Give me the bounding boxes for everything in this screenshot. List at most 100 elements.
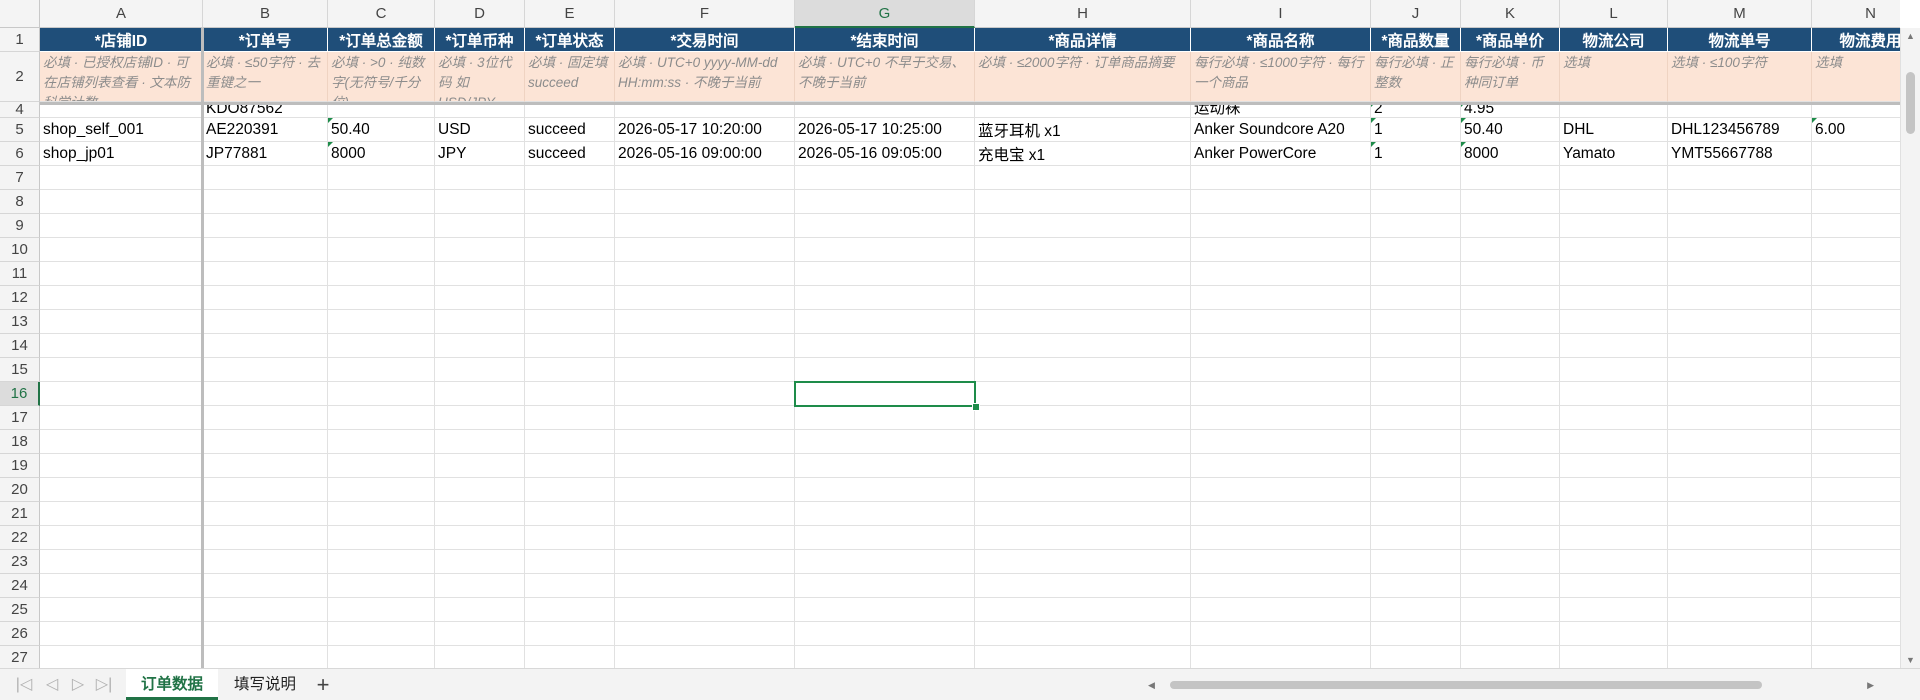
cell-l7[interactable] [1560,166,1668,190]
cell-c9[interactable] [328,214,435,238]
cell-b24[interactable] [203,574,328,598]
column-header-i[interactable]: I [1191,0,1371,28]
cell-l24[interactable] [1560,574,1668,598]
row-header-23[interactable]: 23 [0,550,40,574]
cell-g9[interactable] [795,214,975,238]
cell-m19[interactable] [1668,454,1812,478]
cell-a11[interactable] [40,262,203,286]
cell-c17[interactable] [328,406,435,430]
cell-c23[interactable] [328,550,435,574]
cell-f19[interactable] [615,454,795,478]
freeze-pane-vertical-divider[interactable] [201,28,204,668]
cell-h19[interactable] [975,454,1191,478]
cell-i6[interactable]: Anker PowerCore [1191,142,1371,166]
column-header-d[interactable]: D [435,0,525,28]
cell-e20[interactable] [525,478,615,502]
cell-n13[interactable] [1812,310,1900,334]
cell-n24[interactable] [1812,574,1900,598]
column-header-b[interactable]: B [203,0,328,28]
cell-f18[interactable] [615,430,795,454]
cell-h12[interactable] [975,286,1191,310]
sheet-tab-instructions[interactable]: 填写说明 [222,669,308,700]
cell-d10[interactable] [435,238,525,262]
cell-j5[interactable]: 1 [1371,118,1461,142]
cell-b5[interactable]: AE220391 [203,118,328,142]
column-header-l[interactable]: L [1560,0,1668,28]
cell-l8[interactable] [1560,190,1668,214]
cell-e11[interactable] [525,262,615,286]
hint-cell-m[interactable]: 选填 · ≤100字符 [1668,52,1812,102]
cell-h23[interactable] [975,550,1191,574]
cell-k19[interactable] [1461,454,1560,478]
cell-j15[interactable] [1371,358,1461,382]
cell-h21[interactable] [975,502,1191,526]
cell-d15[interactable] [435,358,525,382]
cell-i7[interactable] [1191,166,1371,190]
cell-a10[interactable] [40,238,203,262]
cell-j19[interactable] [1371,454,1461,478]
cell-g5[interactable]: 2026-05-17 10:25:00 [795,118,975,142]
cell-l22[interactable] [1560,526,1668,550]
cell-k25[interactable] [1461,598,1560,622]
select-all-corner[interactable] [0,0,40,28]
cell-m13[interactable] [1668,310,1812,334]
cell-h17[interactable] [975,406,1191,430]
cell-l10[interactable] [1560,238,1668,262]
cell-c11[interactable] [328,262,435,286]
cell-i15[interactable] [1191,358,1371,382]
cell-c14[interactable] [328,334,435,358]
cell-d7[interactable] [435,166,525,190]
cell-j26[interactable] [1371,622,1461,646]
cell-g25[interactable] [795,598,975,622]
vertical-scrollbar[interactable]: ▲ ▼ [1900,28,1920,668]
cell-c27[interactable] [328,646,435,668]
cell-b27[interactable] [203,646,328,668]
cell-a14[interactable] [40,334,203,358]
cell-h7[interactable] [975,166,1191,190]
cell-g26[interactable] [795,622,975,646]
cell-d16[interactable] [435,382,525,406]
cell-j22[interactable] [1371,526,1461,550]
cell-d17[interactable] [435,406,525,430]
cell-c8[interactable] [328,190,435,214]
row-header-2[interactable]: 2 [0,52,40,102]
cell-j24[interactable] [1371,574,1461,598]
hint-cell-k[interactable]: 每行必填 · 币种同订单 [1461,52,1560,102]
header-cell-c[interactable]: *订单总金额 [328,28,435,52]
cell-l21[interactable] [1560,502,1668,526]
cell-j20[interactable] [1371,478,1461,502]
cell-c20[interactable] [328,478,435,502]
cell-d27[interactable] [435,646,525,668]
cell-e19[interactable] [525,454,615,478]
cell-m25[interactable] [1668,598,1812,622]
cell-n21[interactable] [1812,502,1900,526]
cell-g10[interactable] [795,238,975,262]
column-header-k[interactable]: K [1461,0,1560,28]
cell-i12[interactable] [1191,286,1371,310]
cell-g13[interactable] [795,310,975,334]
fill-handle[interactable] [972,403,980,411]
cell-k21[interactable] [1461,502,1560,526]
cell-j17[interactable] [1371,406,1461,430]
cell-b15[interactable] [203,358,328,382]
cell-l16[interactable] [1560,382,1668,406]
caret-right-icon[interactable]: ▶ [1867,676,1874,694]
cell-n19[interactable] [1812,454,1900,478]
cell-h26[interactable] [975,622,1191,646]
cell-m8[interactable] [1668,190,1812,214]
cell-e5[interactable]: succeed [525,118,615,142]
cell-f5[interactable]: 2026-05-17 10:20:00 [615,118,795,142]
cell-n26[interactable] [1812,622,1900,646]
row-header-6[interactable]: 6 [0,142,40,166]
cell-c18[interactable] [328,430,435,454]
hint-cell-e[interactable]: 必填 · 固定填 succeed [525,52,615,102]
cell-k24[interactable] [1461,574,1560,598]
row-header-14[interactable]: 14 [0,334,40,358]
cell-g27[interactable] [795,646,975,668]
cell-d5[interactable]: USD [435,118,525,142]
cell-n10[interactable] [1812,238,1900,262]
cell-a9[interactable] [40,214,203,238]
cell-e6[interactable]: succeed [525,142,615,166]
cell-j14[interactable] [1371,334,1461,358]
header-cell-l[interactable]: 物流公司 [1560,28,1668,52]
